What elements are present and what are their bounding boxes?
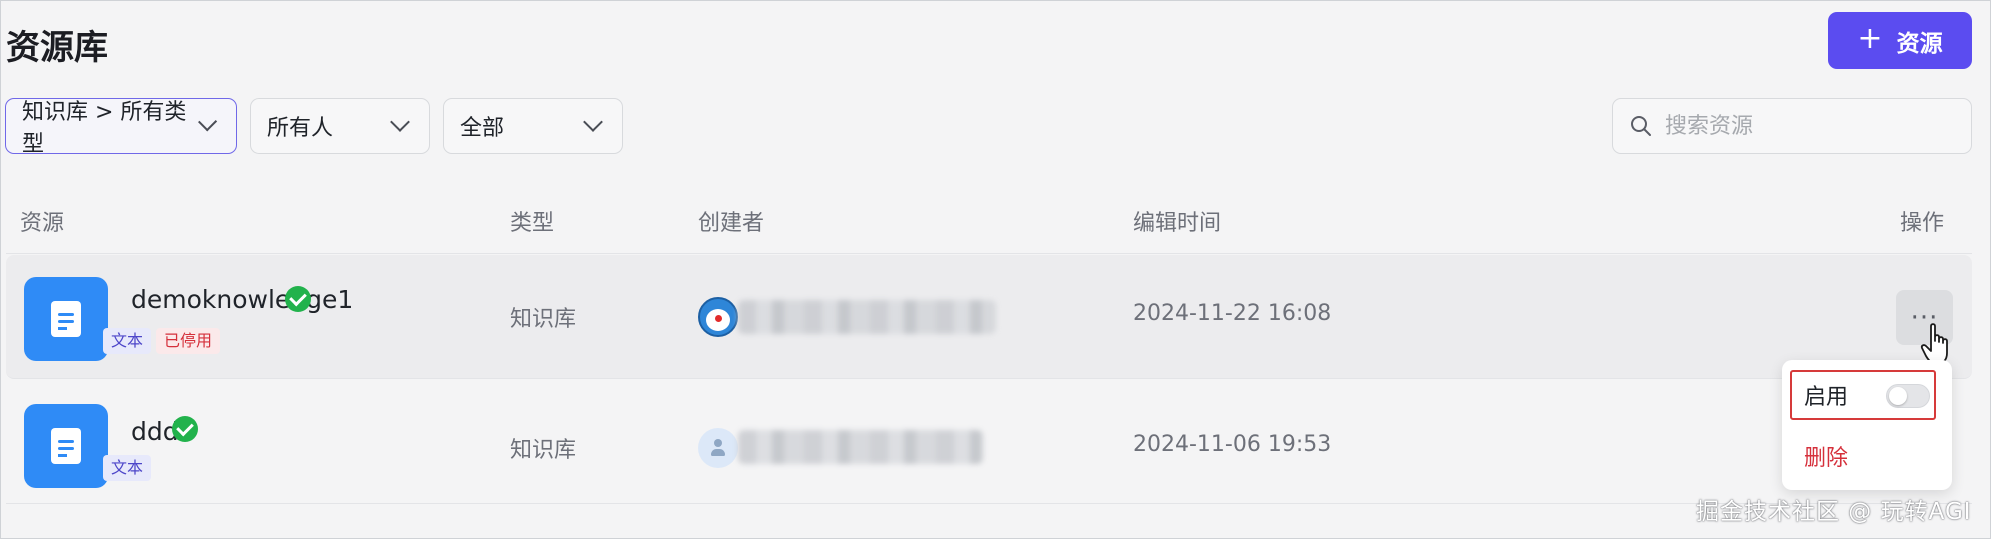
header-divider [6, 253, 1972, 254]
menu-item-delete[interactable]: 删除 [1804, 440, 1848, 472]
creator-name-redacted [738, 430, 983, 464]
column-header-edit-time[interactable]: 编辑时间 [1133, 205, 1221, 237]
search-box[interactable] [1612, 98, 1972, 154]
status-filter-select[interactable]: 全部 [443, 98, 623, 154]
watermark: 掘金技术社区 @ 玩转AGI [1696, 499, 1972, 525]
search-input[interactable] [1665, 113, 1945, 139]
text-tag: 文本 [103, 455, 152, 481]
chevron-down-icon [583, 112, 603, 132]
add-resource-label: 资源 [1896, 30, 1943, 57]
row-actions-menu: 启用 删除 [1782, 360, 1952, 490]
enable-toggle[interactable] [1886, 384, 1930, 408]
toggle-knob [1889, 387, 1907, 405]
status-filter-value: 全部 [460, 116, 505, 141]
category-filter-select[interactable]: 知识库 > 所有类型 [5, 98, 237, 157]
avatar [698, 297, 738, 337]
table-row[interactable]: ddd 文本 知识库 2024-11-06 19:53 [6, 380, 1972, 504]
chevron-down-icon [390, 112, 410, 132]
resource-type: 知识库 [510, 438, 577, 463]
column-header-actions: 操作 [1900, 211, 1945, 236]
page-title: 资源库 [6, 28, 108, 68]
resource-type: 知识库 [510, 307, 577, 332]
text-tag: 文本 [103, 328, 152, 354]
plus-icon: + [1857, 21, 1883, 56]
column-header-resource[interactable]: 资源 [20, 205, 64, 237]
edit-time: 2024-11-06 19:53 [1133, 432, 1332, 457]
avatar [698, 428, 738, 468]
verified-check-icon [172, 416, 198, 442]
document-icon [24, 277, 108, 361]
add-resource-button[interactable]: + 资源 [1828, 12, 1972, 69]
owner-filter-select[interactable]: 所有人 [250, 98, 430, 154]
enable-label: 启用 [1804, 385, 1849, 410]
document-icon [24, 404, 108, 488]
disabled-status-badge: 已停用 [156, 328, 221, 354]
creator-name-redacted [738, 300, 996, 334]
resource-name[interactable]: demoknowledge1 [131, 285, 353, 314]
owner-filter-value: 所有人 [267, 116, 334, 141]
menu-item-enable[interactable]: 启用 [1790, 370, 1936, 420]
table-row[interactable]: demoknowledge1 文本 已停用 知识库 2024-11-22 16:… [6, 255, 1972, 379]
category-filter-value: 知识库 > 所有类型 [22, 100, 187, 157]
edit-time: 2024-11-22 16:08 [1133, 301, 1332, 326]
verified-check-icon [285, 286, 311, 312]
search-icon [1631, 116, 1651, 136]
column-header-type[interactable]: 类型 [510, 205, 554, 237]
column-header-creator[interactable]: 创建者 [698, 205, 764, 237]
